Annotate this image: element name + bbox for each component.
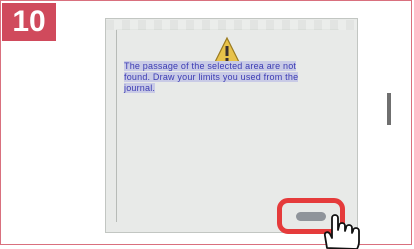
dialog-message-text: The passage of the selected area are not… <box>124 61 299 93</box>
tutorial-frame: 10 The passage of the selected area are … <box>0 0 412 249</box>
dialog-message: The passage of the selected area are not… <box>124 61 314 94</box>
page-edge-mark <box>387 93 391 125</box>
hand-pointer-icon <box>323 214 360 249</box>
step-number-badge: 10 <box>2 3 56 41</box>
